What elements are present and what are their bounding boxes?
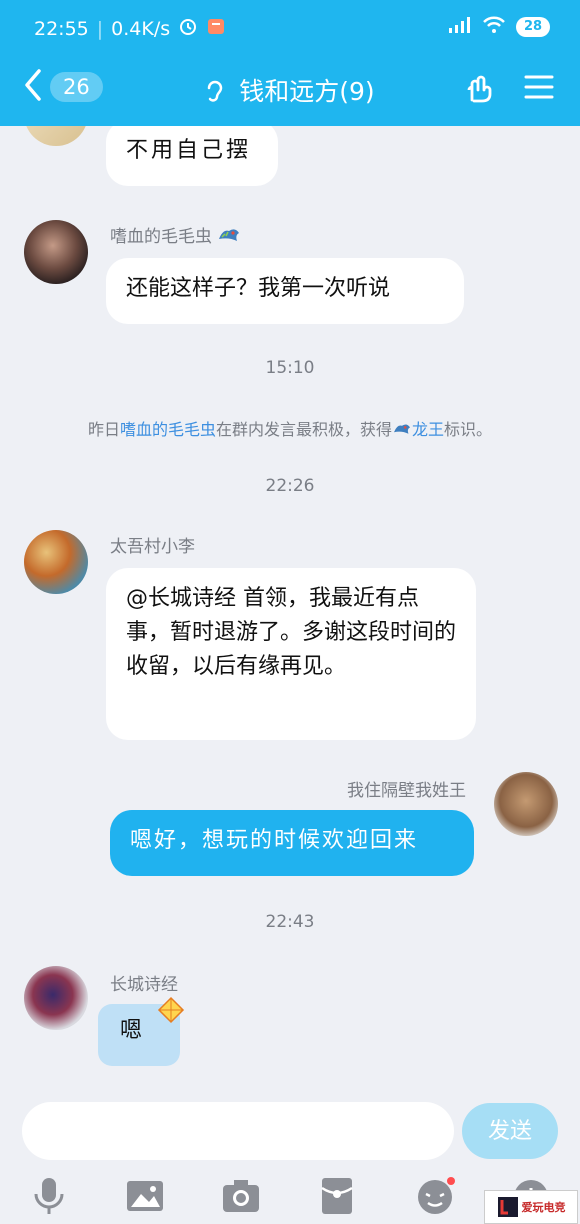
dragon-king-icon — [217, 225, 241, 250]
microphone-icon[interactable] — [28, 1176, 70, 1216]
message-text: @长城诗经 首领，我最近有点事，暂时退游了。多谢这段时间的收留，以后有缘再见。 — [126, 586, 457, 679]
sender-nickname: 我住隔壁我姓王 — [347, 781, 466, 801]
timestamp: 15:10 — [265, 358, 315, 378]
avatar[interactable] — [24, 966, 88, 1030]
status-left: 22:55 | 0.4K/s — [34, 16, 226, 41]
red-packet-icon[interactable] — [316, 1176, 358, 1216]
alarm-icon — [178, 16, 198, 41]
member-link[interactable]: 嗜血的毛毛虫 — [120, 420, 216, 439]
message-text: 嗯好，想玩的时候欢迎回来 — [130, 828, 419, 853]
message-input[interactable] — [22, 1102, 454, 1160]
message-text: 还能这样子？我第一次听说 — [126, 276, 391, 301]
avatar[interactable] — [24, 220, 88, 284]
image-icon[interactable] — [124, 1176, 166, 1216]
message-bubble[interactable]: @长城诗经 首领，我最近有点事，暂时退游了。多谢这段时间的收留，以后有缘再见。 — [106, 568, 476, 740]
group-name: 钱和远方(9) — [239, 77, 375, 106]
status-right: 28 — [448, 16, 550, 38]
battery-indicator: 28 — [516, 17, 550, 37]
title-actions — [464, 70, 554, 108]
sender-nickname: 太吾村小李 — [110, 537, 195, 557]
app-notification-icon — [206, 16, 226, 41]
watermark-text: 爱玩电竞 — [521, 1201, 566, 1214]
emoji-icon[interactable] — [414, 1176, 456, 1216]
avatar[interactable] — [494, 772, 558, 836]
camera-icon[interactable] — [220, 1176, 262, 1216]
wifi-icon — [482, 16, 506, 38]
system-notice: 昨日嗜血的毛毛虫在群内发言最积极，获得 龙王标识。 — [87, 420, 493, 441]
message-bubble[interactable]: 不用自己摆 — [106, 126, 278, 186]
kite-icon — [156, 996, 186, 1030]
title-link[interactable]: 龙王 — [412, 420, 444, 439]
rock-hand-icon[interactable] — [464, 70, 498, 108]
avatar[interactable] — [24, 530, 88, 594]
status-time: 22:55 — [34, 17, 89, 40]
network-speed: 0.4K/s — [111, 17, 171, 40]
sender-nickname: 嗜血的毛毛虫 — [110, 222, 241, 250]
signal-icon — [448, 16, 472, 38]
message-text: 嗯 — [120, 1018, 143, 1043]
title-bar: 26 钱和远方(9) — [0, 56, 580, 126]
send-button[interactable]: 发送 — [462, 1103, 558, 1159]
menu-icon[interactable] — [524, 73, 554, 105]
message-bubble[interactable]: 还能这样子？我第一次听说 — [106, 258, 464, 324]
watermark-logo: 爱玩电竞 — [484, 1190, 578, 1224]
message-list[interactable]: 不用自己摆 嗜血的毛毛虫 还能这样子？我第一次听说 15:10 昨日嗜血的毛毛虫… — [0, 126, 580, 1091]
message-bubble[interactable]: 嗯好，想玩的时候欢迎回来 — [110, 810, 474, 876]
status-bar: 22:55 | 0.4K/s 28 — [0, 0, 580, 56]
timestamp: 22:26 — [265, 476, 315, 496]
message-text: 不用自己摆 — [126, 138, 252, 163]
input-bar: 发送 — [0, 1091, 580, 1166]
ear-icon — [205, 76, 225, 110]
dragon-king-icon — [392, 421, 412, 441]
timestamp: 22:43 — [265, 912, 315, 932]
sender-nickname: 长城诗经 — [110, 975, 178, 995]
avatar[interactable] — [24, 126, 88, 146]
